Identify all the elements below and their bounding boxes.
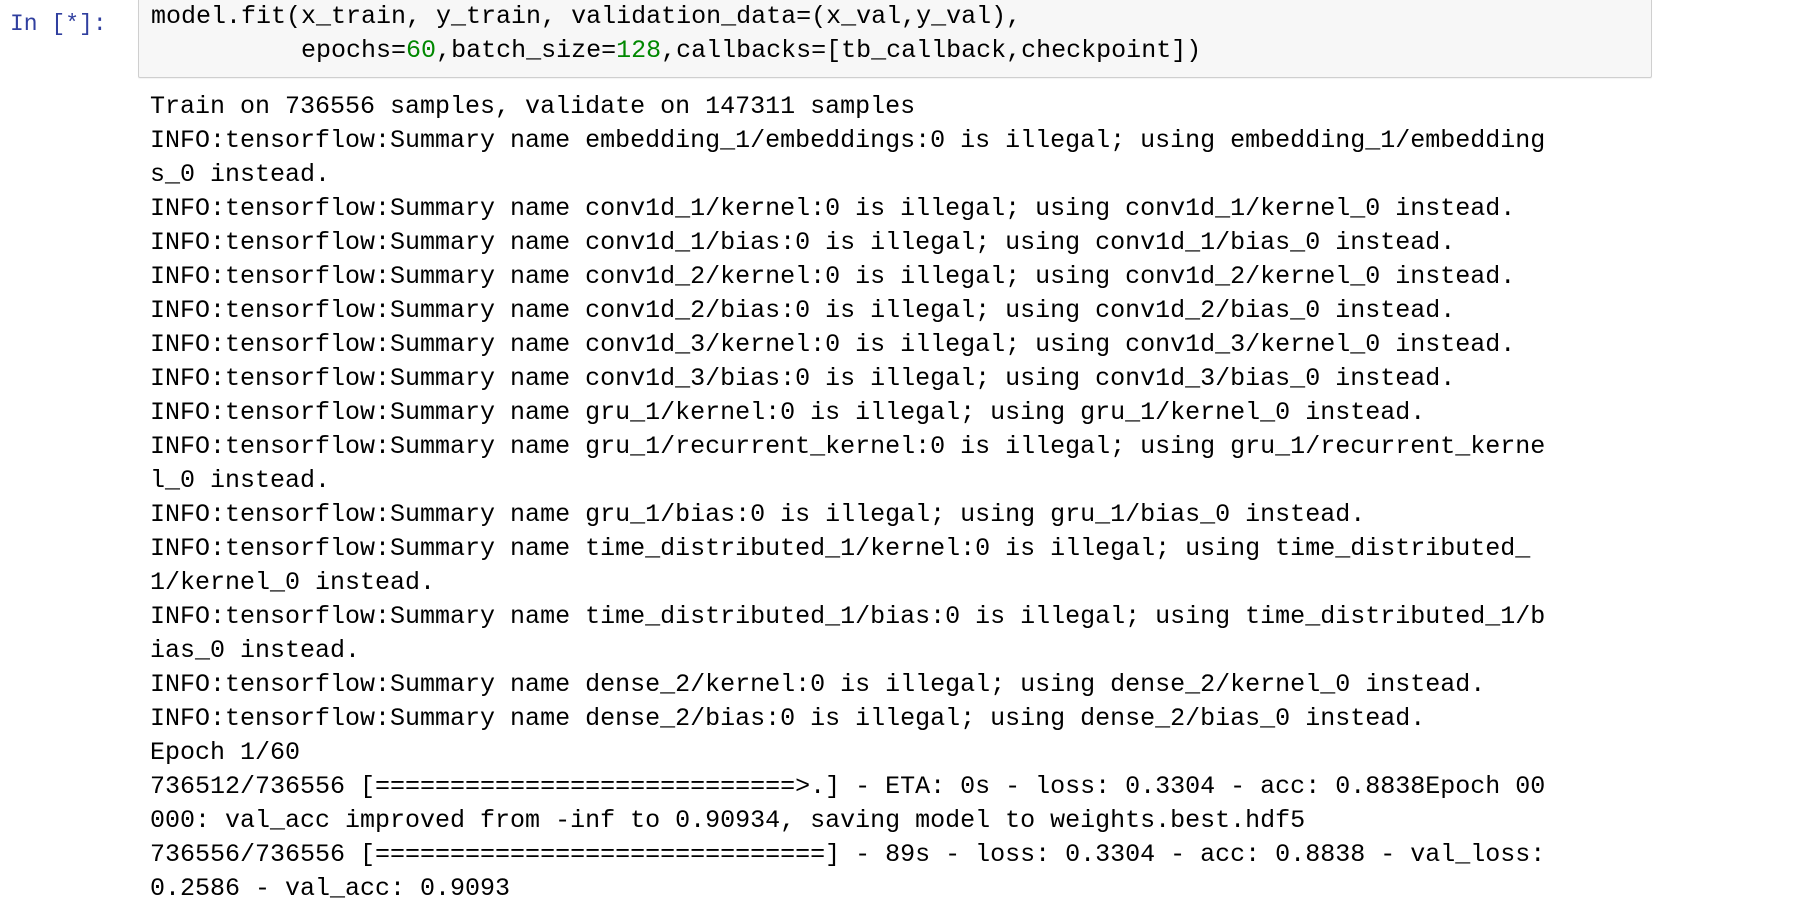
output-line: INFO:tensorflow:Summary name time_distri…	[150, 602, 1546, 631]
code-line-1: model.fit(x_train, y_train, validation_d…	[151, 2, 1022, 31]
progress-line-final: 736556/736556 [=========================…	[150, 840, 1546, 869]
output-line: INFO:tensorflow:Summary name conv1d_3/bi…	[150, 364, 1456, 393]
output-line: l_0 instead.	[150, 466, 331, 495]
output-line: INFO:tensorflow:Summary name embedding_1…	[150, 126, 1546, 155]
notebook-code-cell: In [*]: model.fit(x_train, y_train, vali…	[0, 0, 1802, 904]
epoch-header: Epoch 1/60	[150, 738, 301, 767]
progress-line: 736512/736556 [=========================…	[150, 772, 1546, 801]
output-line: INFO:tensorflow:Summary name dense_2/ker…	[150, 670, 1486, 699]
cell-output: Train on 736556 samples, validate on 147…	[150, 90, 1790, 906]
output-line: ias_0 instead.	[150, 636, 361, 665]
code-token: ,batch_size=	[436, 36, 617, 65]
code-line-2: epochs=60,batch_size=128,callbacks=[tb_c…	[151, 36, 1201, 65]
output-line: 1/kernel_0 instead.	[150, 568, 436, 597]
output-line: Train on 736556 samples, validate on 147…	[150, 92, 916, 121]
output-line: INFO:tensorflow:Summary name conv1d_3/ke…	[150, 330, 1516, 359]
output-line: INFO:tensorflow:Summary name conv1d_2/bi…	[150, 296, 1456, 325]
checkpoint-message: 000: val_acc improved from -inf to 0.909…	[150, 806, 1306, 835]
output-line: INFO:tensorflow:Summary name dense_2/bia…	[150, 704, 1426, 733]
output-line: INFO:tensorflow:Summary name gru_1/recur…	[150, 432, 1546, 461]
output-line: INFO:tensorflow:Summary name gru_1/bias:…	[150, 500, 1366, 529]
output-line: INFO:tensorflow:Summary name conv1d_2/ke…	[150, 262, 1516, 291]
code-token: epochs=	[151, 36, 407, 65]
output-line: INFO:tensorflow:Summary name conv1d_1/bi…	[150, 228, 1456, 257]
output-line: INFO:tensorflow:Summary name conv1d_1/ke…	[150, 194, 1516, 223]
epoch-metrics: 0.2586 - val_acc: 0.9093	[150, 874, 511, 903]
code-editor[interactable]: model.fit(x_train, y_train, validation_d…	[151, 0, 1201, 68]
output-line: s_0 instead.	[150, 160, 331, 189]
epochs-value: 60	[406, 36, 437, 65]
output-line: INFO:tensorflow:Summary name time_distri…	[150, 534, 1531, 563]
code-input-area[interactable]: model.fit(x_train, y_train, validation_d…	[138, 0, 1652, 78]
batch-size-value: 128	[616, 36, 662, 65]
input-prompt: In [*]:	[10, 11, 107, 37]
output-line: INFO:tensorflow:Summary name gru_1/kerne…	[150, 398, 1426, 427]
code-token: ,callbacks=[tb_callback,checkpoint])	[661, 36, 1202, 65]
